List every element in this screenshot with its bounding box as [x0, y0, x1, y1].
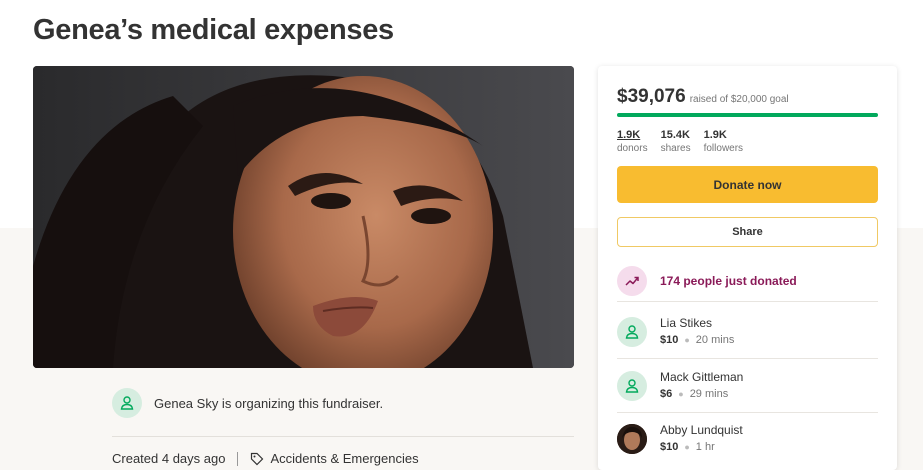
stat-shares: 15.4K shares — [661, 128, 691, 156]
organizer-text: Genea Sky is organizing this fundraiser. — [154, 395, 384, 411]
divider — [617, 412, 878, 413]
donor-avatar — [617, 371, 647, 401]
recent-donations-banner[interactable]: 174 people just donated — [617, 260, 878, 302]
recent-donations-text: 174 people just donated — [660, 274, 797, 288]
organizer-row: Genea Sky is organizing this fundraiser. — [112, 386, 383, 420]
user-icon — [625, 325, 639, 339]
donor-name: Mack Gittleman — [660, 370, 744, 384]
donor-name: Abby Lundquist — [660, 423, 743, 437]
stat-value: 1.9K — [703, 129, 727, 141]
share-button[interactable]: Share — [617, 217, 878, 247]
divider — [617, 358, 878, 359]
stat-value: 1.9K — [617, 129, 641, 141]
stat-label: donors — [617, 143, 648, 154]
donor-item: Abby Lundquist $10 ● 1 hr — [617, 416, 878, 462]
donor-amount: $10 — [660, 441, 679, 453]
tag-icon — [250, 452, 264, 466]
organizer-avatar — [112, 388, 142, 418]
stat-label: followers — [703, 143, 744, 154]
stat-label: shares — [660, 143, 691, 154]
donor-avatar — [617, 317, 647, 347]
donor-photo-avatar — [617, 424, 647, 454]
stats-row: 1.9K donors 15.4K shares 1.9K followers — [617, 128, 743, 156]
donor-time: 1 hr — [695, 441, 715, 453]
progress-bar — [617, 113, 878, 117]
divider — [112, 436, 574, 437]
donor-time: 29 mins — [689, 388, 729, 400]
donor-amount: $10 — [660, 334, 679, 346]
campaign-meta: Created 4 days ago Accidents & Emergenci… — [112, 451, 419, 466]
amount-row: $39,076 raised of $20,000 goal — [617, 86, 789, 108]
progress-fill — [617, 113, 878, 117]
amount-raised: $39,076 — [617, 86, 686, 107]
campaign-hero-image — [33, 66, 574, 368]
donor-amount: $6 — [660, 388, 673, 400]
donation-sidebar: $39,076 raised of $20,000 goal 1.9K dono… — [598, 66, 897, 470]
donor-item: Mack Gittleman $6 ● 29 mins — [617, 363, 878, 409]
created-date: Created 4 days ago — [112, 451, 226, 466]
trending-icon-wrapper — [617, 266, 647, 296]
page-title: Genea’s medical expenses — [33, 14, 394, 46]
donor-name: Lia Stikes — [660, 316, 713, 330]
trending-up-icon — [625, 276, 639, 286]
donate-button[interactable]: Donate now — [617, 166, 878, 203]
user-icon — [120, 396, 134, 410]
donor-item: Lia Stikes $10 ● 20 mins — [617, 309, 878, 355]
donor-time: 20 mins — [695, 334, 735, 346]
category-link[interactable]: Accidents & Emergencies — [270, 451, 418, 466]
user-icon — [625, 379, 639, 393]
divider — [617, 301, 878, 302]
stat-donors[interactable]: 1.9K donors — [617, 128, 648, 156]
stat-value: 15.4K — [660, 129, 690, 141]
stat-followers: 1.9K followers — [704, 128, 743, 156]
goal-text: raised of $20,000 goal — [689, 94, 789, 105]
meta-separator — [237, 451, 239, 466]
